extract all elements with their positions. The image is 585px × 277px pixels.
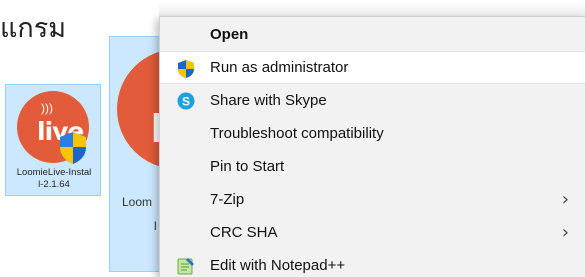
- wifi-icon: ))): [41, 101, 53, 115]
- menu-item-open[interactable]: Open: [160, 18, 585, 51]
- menu-item-pin-to-start[interactable]: Pin to Start: [160, 150, 585, 183]
- page-heading: แกรม: [0, 13, 67, 44]
- chevron-right-icon: ›: [561, 222, 569, 243]
- menu-item-crc-sha[interactable]: CRC SHA ›: [160, 216, 585, 249]
- menu-item-label: Share with Skype: [210, 92, 327, 109]
- desktop-icon-loomielive-installer[interactable]: ))) live LoomieLive-Instal l-2.1.64: [5, 84, 101, 196]
- menu-item-edit-with-notepadpp[interactable]: Edit with Notepad++: [160, 249, 585, 277]
- chevron-right-icon: ›: [561, 189, 569, 210]
- caption-line-1: LoomieLive-Instal: [16, 167, 92, 178]
- caption-line-2: l-2.1.64: [38, 179, 70, 190]
- large-caption-line-1: Loom: [122, 195, 153, 209]
- notepadpp-icon: [177, 258, 194, 275]
- menu-item-label: Edit with Notepad++: [210, 257, 346, 274]
- menu-item-run-as-administrator[interactable]: Run as administrator: [160, 51, 585, 84]
- window-strip: [159, 0, 585, 16]
- menu-item-label: Run as administrator: [210, 59, 349, 76]
- menu-item-troubleshoot-compatibility[interactable]: Troubleshoot compatibility: [160, 117, 585, 150]
- skype-icon: S: [177, 92, 195, 110]
- menu-item-label: CRC SHA: [210, 224, 278, 241]
- menu-item-label: Troubleshoot compatibility: [210, 125, 384, 142]
- large-caption-line-2: l: [154, 219, 157, 233]
- uac-shield-icon: [60, 132, 86, 164]
- menu-item-label: Open: [210, 26, 249, 43]
- desktop-icon-caption: LoomieLive-Instal l-2.1.64: [6, 167, 102, 191]
- menu-item-7zip[interactable]: 7-Zip ›: [160, 183, 585, 216]
- menu-item-share-with-skype[interactable]: S Share with Skype: [160, 84, 585, 117]
- uac-shield-icon: [178, 60, 194, 78]
- menu-item-label: Pin to Start: [210, 158, 285, 175]
- context-menu: Open Run as administrator S Share with S…: [159, 16, 585, 277]
- menu-item-label: 7-Zip: [210, 191, 245, 208]
- svg-text:S: S: [182, 95, 190, 109]
